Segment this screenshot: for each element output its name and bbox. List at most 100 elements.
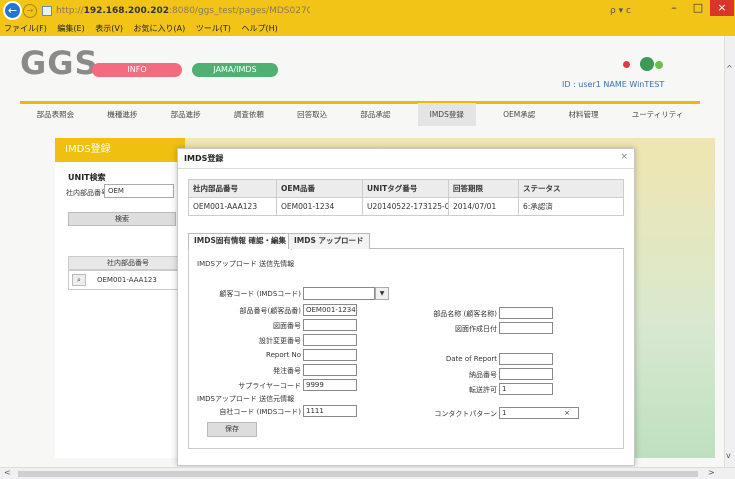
maximize-button[interactable]: □: [686, 0, 710, 16]
col-unit-tag: UNITタグ番号: [362, 179, 449, 198]
info-button[interactable]: INFO: [92, 63, 182, 77]
user-info: ID : user1 NAME WinTEST: [562, 80, 665, 89]
menu-favorites[interactable]: お気に入り(A): [134, 24, 186, 33]
transfer-permission-field[interactable]: 1: [499, 383, 553, 395]
scrollbar-thumb[interactable]: [18, 471, 698, 477]
menu-help[interactable]: ヘルプ(H): [241, 24, 277, 33]
record-table: 社内部品番号 OEM品番 UNITタグ番号 回答期限 ステータス OEM001-…: [188, 179, 624, 216]
customer-code-label: 顧客コード (IMDSコード): [219, 290, 301, 298]
report-no-field[interactable]: [303, 349, 357, 361]
record-table-header: 社内部品番号 OEM品番 UNITタグ番号 回答期限 ステータス: [188, 179, 624, 198]
user-gear-icon[interactable]: [640, 57, 654, 71]
customer-code-select[interactable]: [303, 287, 375, 300]
part-name-field[interactable]: [499, 307, 553, 319]
date-of-report-field[interactable]: [499, 353, 553, 365]
magnifier-icon[interactable]: ⌕: [72, 274, 86, 286]
jama-imds-button[interactable]: JAMA/IMDS: [192, 63, 278, 77]
main-nav: 部品表照会 機種進捗 部品進捗 調査依頼 回答取込 部品承認 IMDS登録 OE…: [20, 101, 700, 126]
menu-tools[interactable]: ツール(T): [196, 24, 231, 33]
nav-item-imds-register[interactable]: IMDS登録: [417, 103, 476, 126]
scroll-up-icon[interactable]: ^: [726, 64, 733, 73]
design-change-label: 設計変更番号: [259, 337, 301, 345]
dialog-title: IMDS登録: [178, 149, 634, 169]
chevron-down-icon[interactable]: ▼: [375, 287, 389, 300]
address-bar[interactable]: http://192.168.200.202:8080/ggs_test/pag…: [40, 3, 310, 19]
section-title-source: IMDSアップロード 送信元情報: [197, 395, 295, 403]
nav-item-answer-import[interactable]: 回答取込: [291, 105, 333, 124]
tab-imds-upload[interactable]: IMDS アップロード: [288, 233, 370, 249]
drawing-no-label: 図面番号: [273, 322, 301, 330]
page-icon: [42, 6, 52, 16]
nav-item-model-progress[interactable]: 機種進捗: [101, 105, 143, 124]
menu-file[interactable]: ファイル(F): [4, 24, 47, 33]
imds-register-dialog: IMDS登録 × 社内部品番号 OEM品番 UNITタグ番号 回答期限 ステータ…: [177, 148, 635, 466]
search-refresh-icons[interactable]: ρ ▾ c: [610, 3, 670, 19]
dialog-close-icon[interactable]: ×: [620, 152, 628, 162]
horizontal-scrollbar[interactable]: < >: [0, 467, 735, 479]
clear-icon[interactable]: ×: [564, 408, 570, 418]
nav-item-utility[interactable]: ユーティリティ: [626, 105, 690, 124]
tab-imds-info-edit[interactable]: IMDS固有情報 確認・編集: [188, 233, 292, 250]
dialog-tabs: IMDS固有情報 確認・編集 IMDS アップロード: [188, 231, 624, 250]
company-part-input[interactable]: OEM: [104, 184, 174, 198]
menu-view[interactable]: 表示(V): [95, 24, 123, 33]
part-name-label: 部品名称 (顧客名称): [433, 310, 497, 318]
vertical-scrollbar[interactable]: ^ v: [724, 36, 735, 467]
back-button[interactable]: ←: [3, 1, 22, 20]
nav-item-oem-approval[interactable]: OEM承認: [497, 105, 541, 124]
cell-status: 6:承認済: [518, 197, 624, 216]
part-no-field[interactable]: OEM001-1234: [303, 304, 357, 316]
status-dot-icon: [655, 61, 663, 69]
own-code-field[interactable]: 1111: [303, 405, 357, 417]
search-button[interactable]: 検索: [68, 212, 176, 226]
url-host: 192.168.200.202: [83, 6, 169, 16]
nav-item-survey-request[interactable]: 調査依頼: [228, 105, 270, 124]
menu-bar: ファイル(F) 編集(E) 表示(V) お気に入り(A) ツール(T) ヘルプ(…: [0, 22, 735, 36]
nav-item-parts-list[interactable]: 部品表照会: [31, 105, 81, 124]
delivery-no-label: 納品番号: [469, 371, 497, 379]
left-table-header: 社内部品番号: [68, 256, 178, 270]
browser-titlebar: ← → http://192.168.200.202:8080/ggs_test…: [0, 0, 735, 22]
section-title-destination: IMDSアップロード 送信先情報: [197, 260, 295, 268]
left-panel-title: IMDS登録: [55, 138, 185, 162]
col-oem-part: OEM品番: [276, 179, 363, 198]
order-no-label: 発注番号: [273, 367, 301, 375]
delivery-no-field[interactable]: [499, 368, 553, 380]
design-change-field[interactable]: [303, 334, 357, 346]
cell-company-part: OEM001-AAA123: [188, 197, 277, 216]
table-row[interactable]: OEM001-AAA123 OEM001-1234 U20140522-1731…: [188, 197, 624, 216]
supplier-code-field[interactable]: 9999: [303, 379, 357, 391]
minimize-button[interactable]: –: [662, 0, 686, 16]
order-no-field[interactable]: [303, 364, 357, 376]
forward-button[interactable]: →: [23, 4, 37, 18]
company-part-label: 社内部品番号: [66, 189, 108, 197]
contact-pattern-field[interactable]: 1 ×: [499, 407, 579, 419]
unit-search-label: UNIT検索: [68, 173, 106, 182]
drawing-date-field[interactable]: [499, 322, 553, 334]
nav-item-part-approval[interactable]: 部品承認: [354, 105, 396, 124]
scroll-left-icon[interactable]: <: [4, 468, 11, 477]
col-company-part: 社内部品番号: [188, 179, 277, 198]
tab-panel: IMDSアップロード 送信先情報 顧客コード (IMDSコード) ▼ 部品番号(…: [188, 249, 624, 449]
supplier-code-label: サプライヤーコード: [238, 382, 301, 390]
notification-dot-icon: [623, 61, 630, 68]
col-status: ステータス: [518, 179, 624, 198]
report-no-label: Report No: [266, 351, 301, 359]
cell-oem-part: OEM001-1234: [276, 197, 363, 216]
url-path: :8080/ggs_test/pages/MDS0270.jsf#: [168, 6, 310, 16]
menu-edit[interactable]: 編集(E): [57, 24, 84, 33]
scroll-right-icon[interactable]: >: [708, 468, 715, 477]
nav-item-material-management[interactable]: 材料管理: [562, 105, 604, 124]
drawing-no-field[interactable]: [303, 319, 357, 331]
save-button[interactable]: 保存: [207, 422, 257, 437]
url-prefix: http://: [56, 6, 84, 16]
close-window-button[interactable]: ×: [710, 0, 734, 16]
page-content: GGS INFO JAMA/IMDS ID : user1 NAME WinTE…: [0, 36, 724, 467]
contact-pattern-label: コンタクトパターン: [434, 410, 497, 418]
scroll-down-icon[interactable]: v: [726, 451, 731, 460]
drawing-date-label: 図面作成日付: [455, 325, 497, 333]
transfer-permission-label: 転送許可: [469, 386, 497, 394]
cell-unit-tag: U20140522-173125-00(: [362, 197, 449, 216]
nav-item-part-progress[interactable]: 部品進捗: [165, 105, 207, 124]
date-of-report-label: Date of Report: [445, 355, 497, 363]
